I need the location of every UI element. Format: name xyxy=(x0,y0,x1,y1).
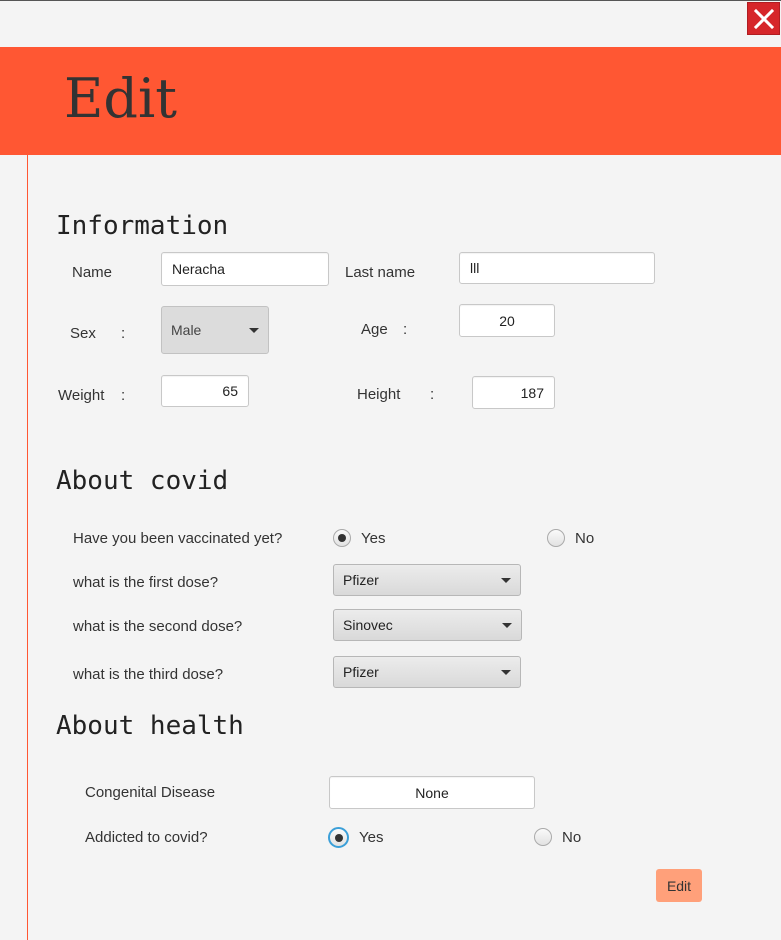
first-dose-select[interactable]: Pfizer xyxy=(333,564,521,596)
vaccinated-no-radio[interactable]: No xyxy=(547,529,594,547)
lastname-label: Last name xyxy=(345,264,416,281)
sex-colon: : xyxy=(121,325,126,342)
first-dose-value: Pfizer xyxy=(343,572,379,588)
addicted-yes-label: Yes xyxy=(359,829,384,846)
edit-button[interactable]: Edit xyxy=(656,869,702,902)
window-top-border xyxy=(0,0,781,1)
age-colon: : xyxy=(403,321,408,338)
first-dose-label: what is the first dose? xyxy=(73,574,219,591)
addicted-yes-radio[interactable]: Yes xyxy=(328,827,383,848)
vaccinated-question: Have you been vaccinated yet? xyxy=(73,530,283,547)
sex-select-value: Male xyxy=(171,322,202,338)
height-label: Height xyxy=(357,386,401,403)
congenital-field[interactable]: None xyxy=(329,776,535,809)
sex-label: Sex xyxy=(70,325,96,342)
second-dose-select[interactable]: Sinovec xyxy=(333,609,522,641)
weight-label: Weight xyxy=(58,387,105,404)
close-icon xyxy=(753,8,774,29)
second-dose-value: Sinovec xyxy=(343,617,393,633)
page-title: Edit xyxy=(64,67,177,130)
addicted-question: Addicted to covid? xyxy=(85,829,208,846)
radio-unselected-icon xyxy=(534,828,552,846)
vaccinated-no-label: No xyxy=(575,529,595,547)
third-dose-value: Pfizer xyxy=(343,664,379,680)
section-title-covid: About covid xyxy=(56,466,229,496)
section-title-health: About health xyxy=(56,711,244,741)
addicted-no-label: No xyxy=(562,828,582,846)
age-field[interactable]: 20 xyxy=(459,304,555,337)
radio-unselected-icon xyxy=(547,529,565,547)
section-title-information: Information xyxy=(56,211,229,241)
second-dose-label: what is the second dose? xyxy=(73,618,243,635)
radio-selected-icon xyxy=(333,529,351,547)
congenital-label: Congenital Disease xyxy=(85,784,216,801)
third-dose-select[interactable]: Pfizer xyxy=(333,656,521,688)
chevron-down-icon xyxy=(249,327,259,333)
chevron-down-icon xyxy=(501,577,511,583)
close-button[interactable] xyxy=(747,2,780,35)
left-divider xyxy=(27,155,28,940)
addicted-no-radio[interactable]: No xyxy=(534,828,581,846)
chevron-down-icon xyxy=(502,622,512,628)
height-colon: : xyxy=(430,386,435,403)
vaccinated-yes-label: Yes xyxy=(361,529,386,547)
name-field[interactable]: Neracha xyxy=(161,252,329,286)
lastname-field[interactable]: lll xyxy=(459,252,655,284)
weight-colon: : xyxy=(121,387,126,404)
radio-selected-icon xyxy=(328,827,349,848)
chevron-down-icon xyxy=(501,669,511,675)
age-label: Age xyxy=(361,321,388,338)
weight-field[interactable]: 65 xyxy=(161,375,249,407)
name-label: Name xyxy=(72,264,113,281)
height-field[interactable]: 187 xyxy=(472,376,555,409)
third-dose-label: what is the third dose? xyxy=(73,666,224,683)
sex-select[interactable]: Male xyxy=(161,306,269,354)
vaccinated-yes-radio[interactable]: Yes xyxy=(333,529,385,547)
